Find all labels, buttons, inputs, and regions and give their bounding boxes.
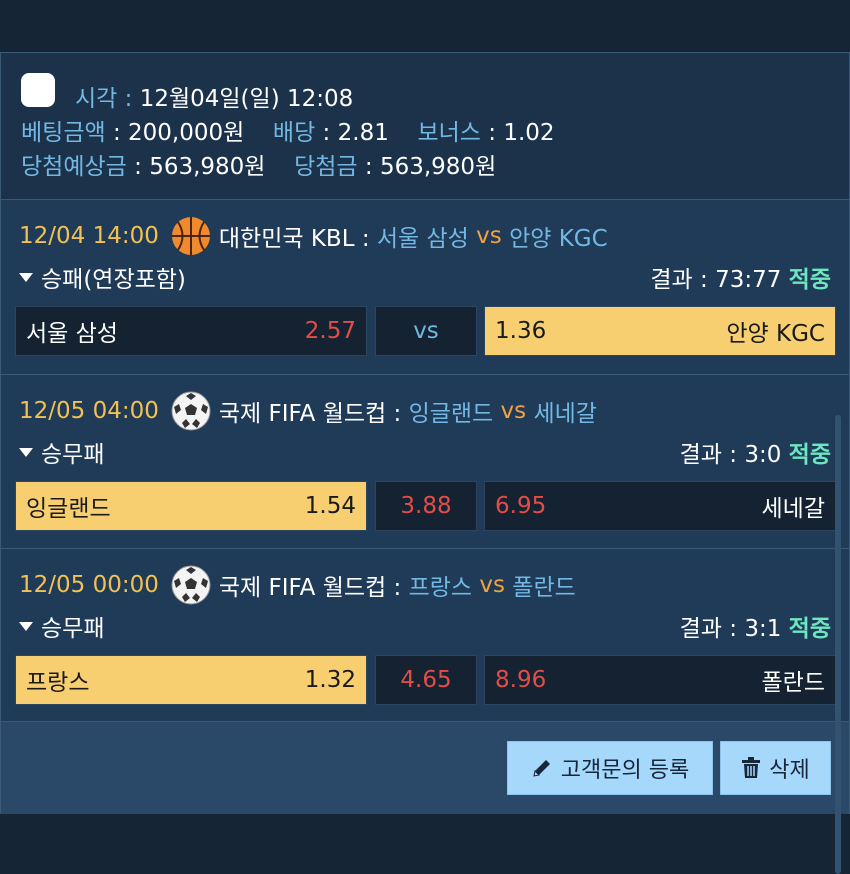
- payout-row: 당첨예상금 : 563,980원 당첨금 : 563,980원: [21, 154, 497, 180]
- match-time: 12/04 14:00: [19, 223, 159, 249]
- bet-type[interactable]: 승패(연장포함): [19, 260, 186, 294]
- basketball-icon: [171, 216, 211, 256]
- odds-label: 배당: [272, 120, 316, 146]
- bet-amount-value: 200,000원: [128, 120, 245, 146]
- odds-value: 2.81: [337, 120, 389, 146]
- expected-payout-value: 563,980원: [149, 154, 266, 180]
- caret-down-icon: [19, 621, 33, 631]
- time-row: 시각 : 12월04일(일) 12:08: [75, 86, 354, 112]
- draw-option[interactable]: vs: [375, 306, 477, 356]
- bet-type[interactable]: 승무패: [19, 435, 104, 469]
- home-option-name: 프랑스: [26, 670, 90, 696]
- result-status: 적중: [788, 267, 831, 293]
- home-team-name: 잉글랜드: [408, 401, 494, 427]
- draw-option[interactable]: 3.88: [375, 481, 477, 531]
- home-option-odds: 2.57: [304, 318, 356, 344]
- match-header: 12/05 00:00 국제 FIFA 월드컵 : 프랑스 vs 폴란드: [19, 565, 576, 605]
- bonus-label: 보너스: [417, 120, 481, 146]
- home-option[interactable]: 프랑스 1.32: [15, 655, 367, 705]
- bet-amount-label: 베팅금액: [21, 120, 106, 146]
- result-status: 적중: [788, 442, 831, 468]
- win-amount-label: 당첨금: [294, 154, 358, 180]
- home-team-name: 프랑스: [408, 575, 473, 601]
- league-name: 국제 FIFA 월드컵 :: [218, 575, 402, 601]
- result-score: 결과 : 3:1: [679, 616, 782, 642]
- time-label: 시각: [75, 86, 118, 112]
- soccer-ball-icon: [171, 391, 211, 431]
- bet-type-label: 승무패: [41, 442, 105, 468]
- vs-text: vs: [500, 398, 527, 424]
- caret-down-icon: [19, 447, 33, 457]
- match-result: 결과 : 73:77 적중: [650, 260, 831, 294]
- bet-summary: 시각 : 12월04일(일) 12:08 베팅금액 : 200,000원 배당 …: [1, 53, 849, 199]
- away-team-name: 폴란드: [512, 575, 576, 601]
- pencil-icon: [533, 760, 550, 777]
- away-option-odds: 8.96: [495, 667, 547, 693]
- result-score: 결과 : 73:77: [650, 267, 782, 293]
- time-value: 12월04일(일) 12:08: [139, 86, 354, 112]
- home-team-name: 서울 삼성: [376, 226, 469, 252]
- match-item: 12/04 14:00 대한민국 KBL : 서울 삼성 vs 안양 KGC 승…: [1, 199, 849, 374]
- register-inquiry-label: 고객문의 등록: [560, 758, 690, 783]
- home-option[interactable]: 서울 삼성 2.57: [15, 306, 367, 356]
- away-option[interactable]: 8.96 폴란드: [484, 655, 836, 705]
- select-checkbox[interactable]: [21, 73, 55, 107]
- win-amount-value: 563,980원: [379, 154, 497, 180]
- match-header: 12/05 04:00 국제 FIFA 월드컵 : 잉글랜드 vs 세네갈: [19, 391, 597, 431]
- away-option-odds: 1.36: [495, 318, 547, 344]
- draw-option-value: 3.88: [400, 493, 452, 519]
- top-bar: [0, 0, 850, 52]
- home-option[interactable]: 잉글랜드 1.54: [15, 481, 367, 531]
- away-option-odds: 6.95: [495, 493, 547, 519]
- away-team-name: 안양 KGC: [509, 226, 608, 252]
- draw-option-value: vs: [413, 318, 439, 344]
- match-result: 결과 : 3:1 적중: [680, 609, 831, 643]
- trash-icon: [742, 757, 761, 778]
- draw-option[interactable]: 4.65: [375, 655, 477, 705]
- match-result: 결과 : 3:0 적중: [680, 435, 831, 469]
- scrollbar[interactable]: [835, 415, 841, 874]
- bet-slip-card: 시각 : 12월04일(일) 12:08 베팅금액 : 200,000원 배당 …: [0, 52, 850, 814]
- bet-type-label: 승패(연장포함): [41, 267, 186, 293]
- bet-type[interactable]: 승무패: [19, 609, 104, 643]
- home-option-odds: 1.32: [304, 667, 356, 693]
- caret-down-icon: [19, 272, 33, 282]
- amount-row: 베팅금액 : 200,000원 배당 : 2.81 보너스 : 1.02: [21, 120, 555, 146]
- league-name: 대한민국 KBL :: [218, 226, 370, 252]
- result-score: 결과 : 3:0: [679, 442, 782, 468]
- away-option-name: 폴란드: [761, 670, 825, 696]
- delete-button[interactable]: 삭제: [720, 741, 831, 795]
- match-time: 12/05 04:00: [19, 398, 159, 424]
- away-option[interactable]: 6.95 세네갈: [484, 481, 836, 531]
- register-inquiry-button[interactable]: 고객문의 등록: [507, 741, 713, 795]
- match-time: 12/05 00:00: [19, 572, 159, 598]
- match-item: 12/05 04:00 국제 FIFA 월드컵 : 잉글랜드 vs 세네갈 승무…: [1, 374, 849, 549]
- home-option-odds: 1.54: [304, 493, 356, 519]
- away-option-name: 안양 KGC: [726, 321, 825, 347]
- result-status: 적중: [788, 616, 831, 642]
- expected-payout-label: 당첨예상금: [21, 154, 127, 180]
- home-option-name: 잉글랜드: [26, 496, 111, 522]
- away-option-name: 세네갈: [761, 496, 825, 522]
- match-item: 12/05 00:00 국제 FIFA 월드컵 : 프랑스 vs 폴란드 승무패…: [1, 548, 849, 723]
- vs-text: vs: [476, 223, 502, 249]
- vs-text: vs: [479, 572, 505, 598]
- league-name: 국제 FIFA 월드컵 :: [218, 401, 402, 427]
- away-option[interactable]: 1.36 안양 KGC: [484, 306, 836, 356]
- action-footer: 고객문의 등록 삭제: [1, 721, 849, 814]
- away-team-name: 세네갈: [533, 401, 597, 427]
- soccer-ball-icon: [171, 565, 211, 605]
- delete-label: 삭제: [769, 758, 810, 783]
- match-header: 12/04 14:00 대한민국 KBL : 서울 삼성 vs 안양 KGC: [19, 216, 608, 256]
- home-option-name: 서울 삼성: [26, 321, 118, 347]
- bet-type-label: 승무패: [41, 616, 105, 642]
- draw-option-value: 4.65: [400, 667, 452, 693]
- bonus-value: 1.02: [503, 120, 555, 146]
